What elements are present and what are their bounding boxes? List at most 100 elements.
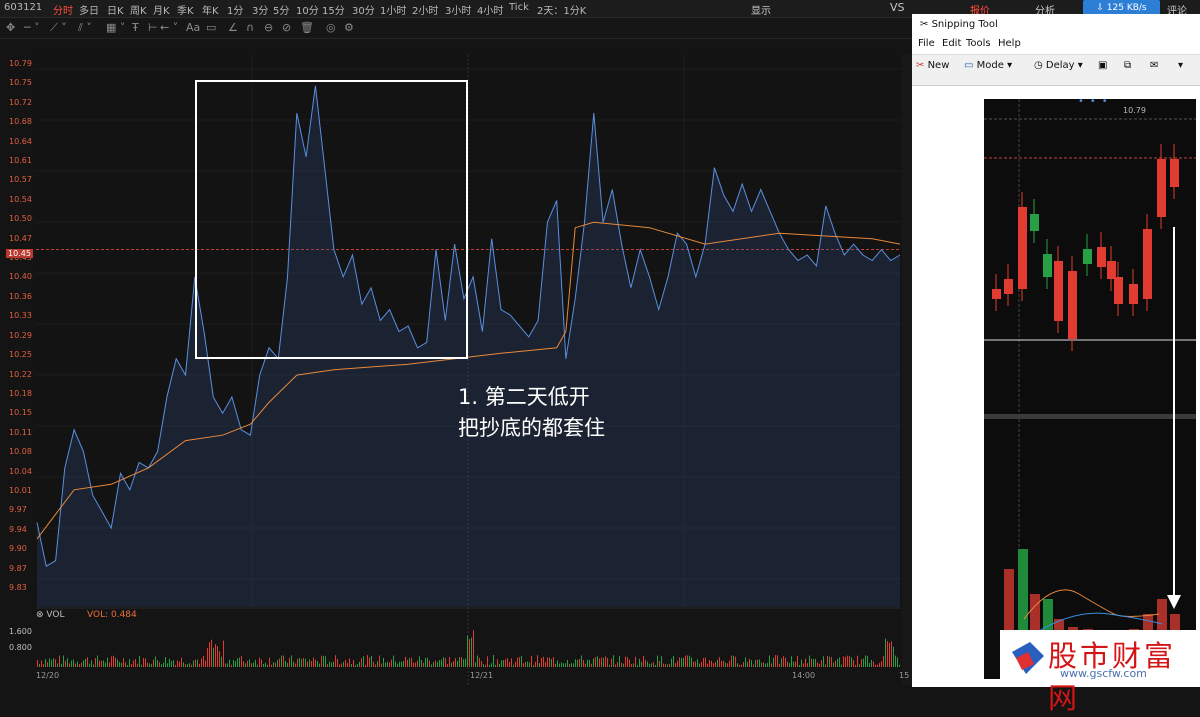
tab-timeframe-6[interactable]: 年K <box>202 2 219 17</box>
stock-code[interactable]: 603121 <box>4 2 42 13</box>
tab-timeframe-13[interactable]: 1小时 <box>380 2 406 17</box>
volume-bar <box>369 657 370 667</box>
volume-bar <box>467 635 468 667</box>
volume-bar <box>123 658 124 667</box>
more-icon[interactable]: ▾ <box>1178 60 1183 71</box>
measure-tool-icon[interactable]: ⊢ <box>148 21 158 35</box>
text-tool-icon[interactable]: Ŧ <box>132 21 139 35</box>
volume-bar <box>707 663 708 667</box>
lock-icon[interactable]: ⊖ <box>264 21 273 35</box>
tab-timeframe-12[interactable]: 30分 <box>352 2 375 17</box>
volume-bar <box>141 664 142 667</box>
save-icon[interactable]: ▣ <box>1098 60 1107 71</box>
tab-timeframe-18[interactable]: 2天：1分K <box>537 2 586 17</box>
font-tool[interactable]: Aa <box>186 21 200 35</box>
volume-bar <box>199 663 200 667</box>
volume-bar <box>747 661 748 667</box>
volume-bar <box>563 663 564 667</box>
new-label: New <box>927 60 950 71</box>
volume-bar <box>399 661 400 667</box>
intraday-chart[interactable] <box>0 40 912 687</box>
volume-bar <box>851 657 852 667</box>
copy-icon[interactable]: ⧉ <box>1124 60 1131 71</box>
tab-timeframe-11[interactable]: 15分 <box>322 2 345 17</box>
volume-bar <box>85 658 86 667</box>
volume-bar <box>191 664 192 667</box>
volume-bar <box>629 659 630 667</box>
new-snip-button[interactable]: ✂ New <box>916 60 949 71</box>
price-label: 10.36 <box>9 291 32 301</box>
tab-timeframe-10[interactable]: 10分 <box>296 2 319 17</box>
volume-bar <box>575 659 576 667</box>
display-menu[interactable]: 显示 <box>751 2 771 17</box>
volume-bar <box>195 659 196 667</box>
channel-tool-icon[interactable]: ⫽ ˅ <box>78 21 92 35</box>
volume-bar <box>59 655 60 667</box>
volume-bar <box>357 664 358 667</box>
tab-timeframe-8[interactable]: 3分 <box>252 2 268 17</box>
volume-bar <box>705 657 706 667</box>
price-label: 10.08 <box>9 447 32 457</box>
arrow-tool-icon[interactable]: ← ˅ <box>160 21 178 35</box>
volume-bar <box>685 655 686 667</box>
tab-timeframe-2[interactable]: 日K <box>107 2 124 17</box>
volume-bar <box>899 664 900 667</box>
menu-tools[interactable]: Tools <box>966 38 991 49</box>
delay-button[interactable]: ◷ Delay ▾ <box>1034 60 1083 71</box>
volume-bar <box>95 658 96 667</box>
volume-bar <box>225 663 226 667</box>
mode-button[interactable]: ▭ Mode ▾ <box>964 60 1012 71</box>
tab-timeframe-3[interactable]: 周K <box>130 2 147 17</box>
volume-bar <box>397 663 398 667</box>
menu-edit[interactable]: Edit <box>942 38 961 49</box>
volume-bar <box>297 658 298 667</box>
comment-icon[interactable]: ▭ <box>206 21 216 35</box>
volume-bar <box>159 662 160 667</box>
compare-button[interactable]: VS <box>890 1 905 14</box>
volume-bar <box>659 660 660 667</box>
ray-tool-icon[interactable]: ⟋ ˅ <box>50 21 67 35</box>
menu-file[interactable]: File <box>918 38 935 49</box>
volume-bar <box>403 660 404 667</box>
volume-bar <box>669 663 670 667</box>
volume-bar <box>109 662 110 667</box>
crosshair-icon[interactable]: ✥ <box>6 21 15 35</box>
volume-bar <box>267 664 268 667</box>
price-label: 10.29 <box>9 330 32 340</box>
tab-timeframe-7[interactable]: 1分 <box>227 2 243 17</box>
tab-timeframe-16[interactable]: 4小时 <box>477 2 503 17</box>
volume-bar <box>121 662 122 667</box>
volume-bar <box>455 658 456 667</box>
tab-timeframe-14[interactable]: 2小时 <box>412 2 438 17</box>
hide-icon[interactable]: ⊘ <box>282 21 291 35</box>
tab-timeframe-1[interactable]: 多日 <box>79 2 99 17</box>
tab-timeframe-4[interactable]: 月K <box>153 2 170 17</box>
magnet-icon[interactable]: ∩ <box>246 21 254 35</box>
volume-bar <box>441 659 442 667</box>
volume-bar <box>175 664 176 667</box>
volume-title-text: VOL <box>46 610 65 620</box>
volume-bar <box>523 663 524 667</box>
volume-bar <box>305 658 306 667</box>
tab-timeframe-5[interactable]: 季K <box>177 2 194 17</box>
volume-bar <box>621 662 622 667</box>
menu-help[interactable]: Help <box>998 38 1021 49</box>
send-icon[interactable]: ✉ <box>1150 60 1158 71</box>
volume-bar <box>775 655 776 667</box>
eraser-icon[interactable]: ∠ <box>228 21 238 35</box>
line-tool-icon[interactable]: ─ ˅ <box>24 21 40 35</box>
toggle-icon[interactable]: ◎ <box>326 21 336 35</box>
tab-timeframe-0[interactable]: 分时 <box>53 2 73 17</box>
volume-bar <box>171 660 172 667</box>
settings-icon[interactable]: ⚙ <box>344 21 354 35</box>
tab-timeframe-15[interactable]: 3小时 <box>445 2 471 17</box>
trash-icon[interactable]: 🗑 <box>300 21 314 35</box>
fib-tool-icon[interactable]: ▦ ˅ <box>106 21 125 35</box>
volume-bar <box>661 656 662 667</box>
tab-timeframe-17[interactable]: Tick <box>509 2 529 13</box>
volume-bar <box>811 658 812 667</box>
volume-bar <box>745 657 746 667</box>
tab-timeframe-9[interactable]: 5分 <box>273 2 289 17</box>
annotation-line-2: 把抄底的都套住 <box>458 416 605 440</box>
volume-bar <box>645 659 646 667</box>
